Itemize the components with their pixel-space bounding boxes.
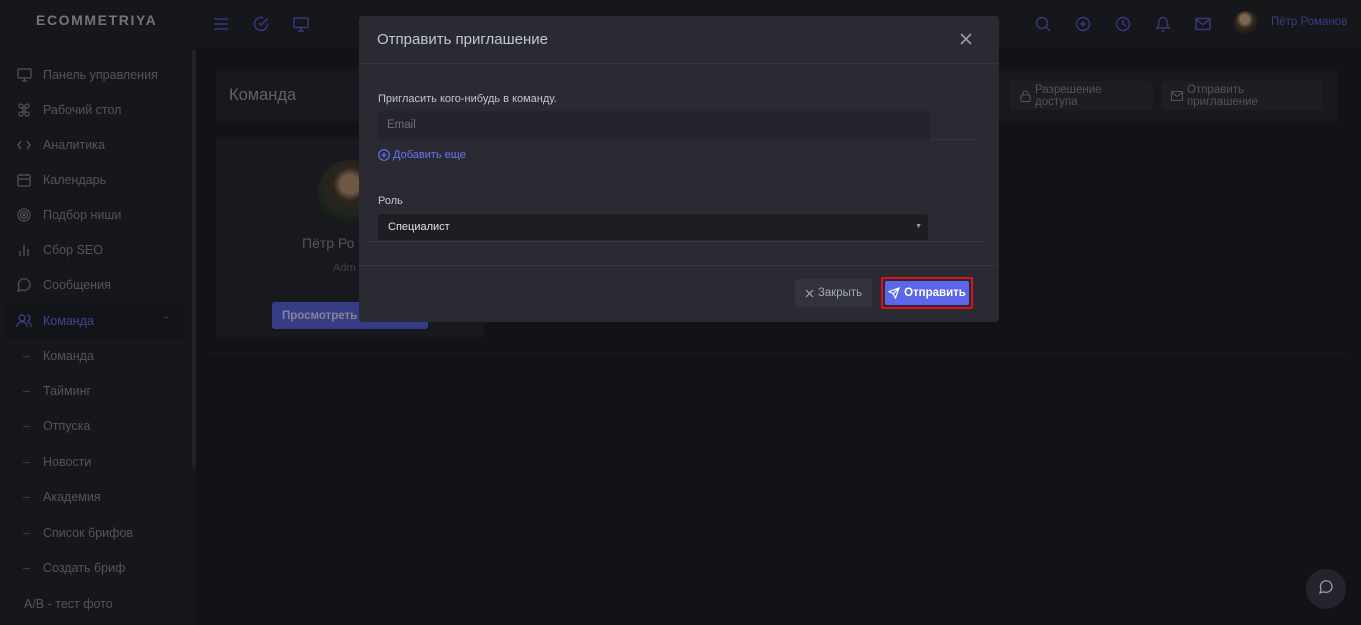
email-field[interactable] bbox=[378, 111, 930, 139]
modal-divider bbox=[359, 265, 999, 266]
send-button-label: Отправить bbox=[904, 287, 966, 299]
send-button[interactable]: Отправить bbox=[885, 281, 969, 305]
divider bbox=[930, 139, 978, 140]
role-select[interactable]: Специалист ▼ bbox=[378, 214, 928, 240]
plus-circle-icon bbox=[378, 149, 390, 161]
send-icon bbox=[888, 287, 901, 299]
divider bbox=[368, 241, 988, 242]
invite-label: Пригласить кого-нибудь в команду. bbox=[378, 93, 557, 105]
role-label: Роль bbox=[378, 195, 403, 207]
caret-down-icon: ▼ bbox=[915, 223, 922, 230]
add-more-link[interactable]: Добавить еще bbox=[378, 149, 466, 161]
message-circle-icon bbox=[1318, 579, 1333, 599]
invite-modal: Отправить приглашение Пригласить кого-ни… bbox=[359, 16, 999, 322]
role-selected-value: Специалист bbox=[388, 221, 450, 233]
chat-button[interactable] bbox=[1306, 569, 1346, 609]
modal-divider bbox=[359, 63, 999, 64]
send-button-highlight: Отправить bbox=[881, 277, 973, 309]
close-icon[interactable] bbox=[956, 29, 976, 49]
add-more-label: Добавить еще bbox=[393, 149, 466, 161]
close-button-label: Закрыть bbox=[817, 287, 863, 299]
close-button[interactable]: Закрыть bbox=[795, 279, 872, 307]
modal-title: Отправить приглашение bbox=[377, 31, 549, 48]
close-icon bbox=[805, 289, 814, 298]
